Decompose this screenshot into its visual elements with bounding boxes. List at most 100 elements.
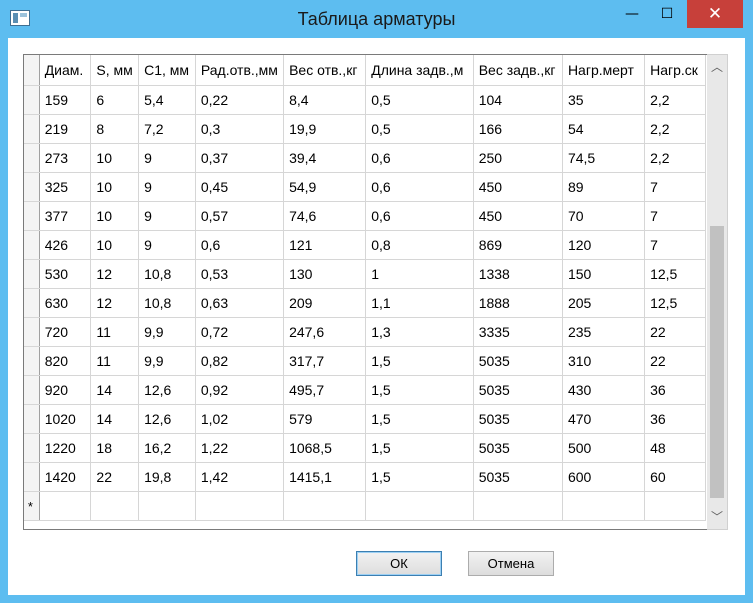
grid-cell[interactable]: 1220 [39, 433, 92, 463]
grid-cell[interactable]: 150 [562, 259, 646, 289]
grid-cell[interactable]: 310 [562, 346, 646, 376]
column-header[interactable]: Нагр.мерт [562, 55, 646, 86]
grid-cell[interactable]: 1,5 [365, 375, 474, 405]
grid-cell[interactable]: 12,5 [644, 259, 706, 289]
grid-cell[interactable]: 7 [644, 201, 706, 231]
grid-cell[interactable]: 10 [90, 172, 140, 202]
grid-cell[interactable]: 2,2 [644, 114, 706, 144]
grid-cell[interactable]: 12,5 [644, 288, 706, 318]
table-row[interactable]: 426 10 9 0,6 121 0,8 869 120 7 [24, 230, 706, 260]
grid-cell[interactable] [562, 491, 646, 521]
grid-cell[interactable]: 1020 [39, 404, 92, 434]
row-header-cell[interactable] [24, 230, 40, 260]
grid-cell[interactable]: 120 [562, 230, 646, 260]
grid-cell[interactable]: 10,8 [138, 288, 196, 318]
grid-cell[interactable]: 0,8 [365, 230, 474, 260]
grid-cell[interactable]: 0,5 [365, 114, 474, 144]
grid-cell[interactable] [473, 491, 563, 521]
grid-cell[interactable]: 0,92 [195, 375, 285, 405]
grid-cell[interactable]: 7 [644, 230, 706, 260]
row-header-cell[interactable] [24, 259, 40, 289]
grid-cell[interactable]: 579 [283, 404, 367, 434]
row-header-cell[interactable] [24, 375, 40, 405]
grid-cell[interactable]: 1068,5 [283, 433, 367, 463]
new-row-marker[interactable]: * [24, 491, 40, 521]
column-header[interactable]: Длина задв.,м [365, 55, 474, 86]
grid-cell[interactable]: 1,02 [195, 404, 285, 434]
title-bar[interactable]: Таблица арматуры — ☐ ✕ [0, 0, 753, 38]
grid-cell[interactable]: 14 [90, 404, 140, 434]
grid-cell[interactable]: 0,53 [195, 259, 285, 289]
grid-cell[interactable]: 54,9 [283, 172, 367, 202]
column-header[interactable]: Диам. [39, 55, 92, 86]
grid-cell[interactable]: 325 [39, 172, 92, 202]
table-row[interactable]: 219 8 7,2 0,3 19,9 0,5 166 54 2,2 [24, 114, 706, 144]
scroll-down-icon[interactable]: ﹀ [707, 507, 727, 527]
grid-cell[interactable]: 10 [90, 143, 140, 173]
table-row[interactable]: 325 10 9 0,45 54,9 0,6 450 89 7 [24, 172, 706, 202]
grid-cell[interactable]: 0,37 [195, 143, 285, 173]
grid-cell[interactable]: 235 [562, 317, 646, 347]
grid-cell[interactable]: 0,22 [195, 85, 285, 115]
grid-cell[interactable]: 1338 [473, 259, 563, 289]
grid-cell[interactable]: 22 [644, 346, 706, 376]
table-row[interactable]: 530 12 10,8 0,53 130 1 1338 150 12,5 [24, 259, 706, 289]
grid-cell[interactable]: 820 [39, 346, 92, 376]
grid-cell[interactable] [644, 491, 706, 521]
grid-cell[interactable] [90, 491, 140, 521]
grid-cell[interactable]: 10 [90, 230, 140, 260]
grid-cell[interactable]: 39,4 [283, 143, 367, 173]
vertical-scrollbar[interactable]: ︿ ﹀ [707, 54, 728, 530]
grid-cell[interactable]: 0,6 [365, 201, 474, 231]
grid-cell[interactable]: 500 [562, 433, 646, 463]
grid-cell[interactable]: 5035 [473, 404, 563, 434]
grid-cell[interactable]: 1,5 [365, 404, 474, 434]
grid-cell[interactable]: 1,5 [365, 462, 474, 492]
row-header-cell[interactable] [24, 404, 40, 434]
column-header[interactable]: S, мм [90, 55, 140, 86]
row-header-cell[interactable] [24, 172, 40, 202]
grid-cell[interactable] [39, 491, 92, 521]
grid-cell[interactable]: 495,7 [283, 375, 367, 405]
grid-cell[interactable]: 426 [39, 230, 92, 260]
grid-cell[interactable]: 9 [138, 201, 196, 231]
grid-cell[interactable]: 1420 [39, 462, 92, 492]
row-header-cell[interactable] [24, 143, 40, 173]
ok-button[interactable]: ОК [356, 551, 442, 576]
grid-cell[interactable]: 0,3 [195, 114, 285, 144]
grid-cell[interactable]: 54 [562, 114, 646, 144]
row-header-cell[interactable] [24, 85, 40, 115]
grid-cell[interactable]: 9 [138, 230, 196, 260]
grid-cell[interactable]: 11 [90, 346, 140, 376]
row-header-cell[interactable] [24, 317, 40, 347]
grid-cell[interactable]: 450 [473, 172, 563, 202]
grid-cell[interactable] [283, 491, 367, 521]
grid-cell[interactable] [365, 491, 474, 521]
grid-cell[interactable]: 48 [644, 433, 706, 463]
grid-cell[interactable]: 0,5 [365, 85, 474, 115]
grid-cell[interactable]: 12 [90, 288, 140, 318]
grid-cell[interactable]: 7,2 [138, 114, 196, 144]
scroll-up-icon[interactable]: ︿ [707, 57, 727, 77]
grid-cell[interactable]: 630 [39, 288, 92, 318]
column-header[interactable]: Вес задв.,кг [473, 55, 563, 86]
close-button[interactable]: ✕ [687, 0, 743, 28]
grid-cell[interactable]: 2,2 [644, 143, 706, 173]
grid-cell[interactable]: 1888 [473, 288, 563, 318]
grid-cell[interactable]: 60 [644, 462, 706, 492]
row-header-cell[interactable] [24, 346, 40, 376]
grid-cell[interactable]: 1415,1 [283, 462, 367, 492]
grid-cell[interactable]: 1,42 [195, 462, 285, 492]
column-header[interactable]: C1, мм [138, 55, 196, 86]
grid-cell[interactable] [195, 491, 285, 521]
grid-cell[interactable]: 22 [644, 317, 706, 347]
grid-cell[interactable]: 0,6 [195, 230, 285, 260]
table-row[interactable]: 273 10 9 0,37 39,4 0,6 250 74,5 2,2 [24, 143, 706, 173]
corner-header-cell[interactable] [24, 55, 40, 86]
grid-cell[interactable]: 159 [39, 85, 92, 115]
grid-cell[interactable]: 869 [473, 230, 563, 260]
grid-cell[interactable]: 9,9 [138, 346, 196, 376]
row-header-cell[interactable] [24, 288, 40, 318]
grid-cell[interactable]: 14 [90, 375, 140, 405]
grid-cell[interactable]: 12,6 [138, 404, 196, 434]
